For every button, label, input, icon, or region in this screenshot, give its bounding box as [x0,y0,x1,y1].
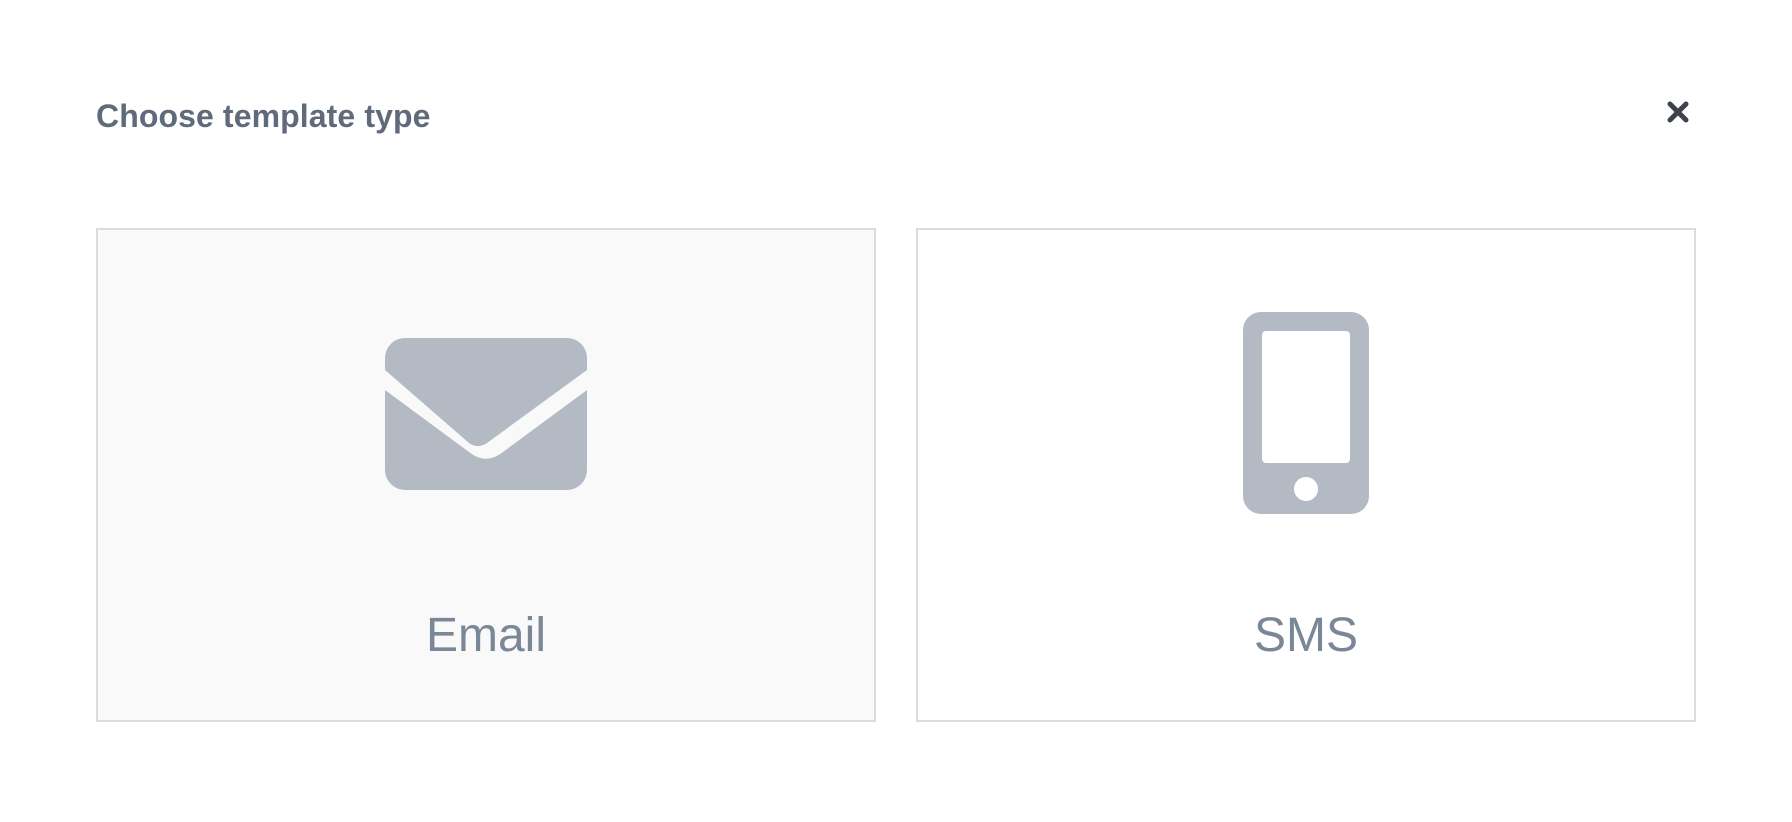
close-button[interactable] [1662,96,1694,128]
template-type-options: Email SMS [96,228,1696,724]
email-option-label: Email [425,609,547,662]
sms-option-label: SMS [1253,609,1358,662]
dialog-title: Choose template type [96,98,431,134]
close-icon [1665,99,1691,125]
envelope-icon [98,338,874,490]
mobile-phone-icon [918,312,1694,514]
sms-option-card[interactable]: SMS [916,228,1696,722]
email-option-card[interactable]: Email [96,228,876,722]
choose-template-type-dialog: Choose template type Email SMS [0,0,1792,822]
